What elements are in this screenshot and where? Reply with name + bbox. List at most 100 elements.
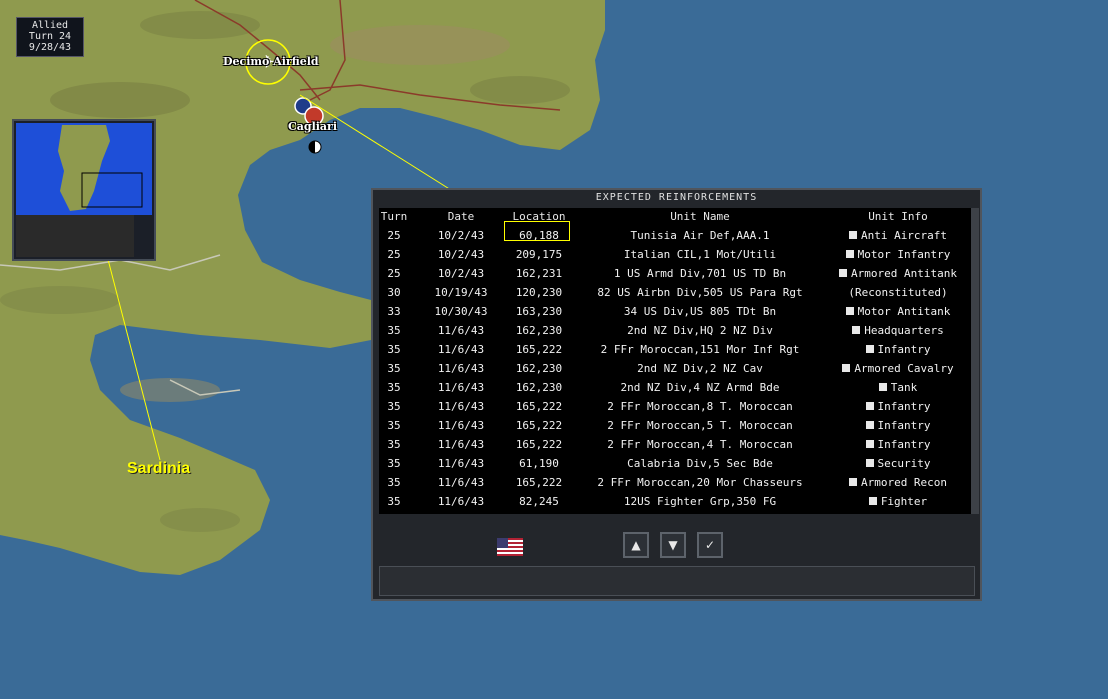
row-unit-info: Infantry <box>825 438 971 451</box>
row-unit-info-text: Armored Antitank <box>851 267 957 280</box>
table-row[interactable]: 35 11/6/43 162,230 2nd NZ Div,2 NZ Cav Armor… <box>379 362 971 381</box>
table-row[interactable]: 25 10/2/43 209,175 Italian CIL,1 Mot/Utili M… <box>379 248 971 267</box>
row-location: 165,222 <box>515 476 563 489</box>
row-unit-info: Infantry <box>825 400 971 413</box>
row-unit-info: Motor Antitank <box>825 305 971 318</box>
infantry-icon <box>865 402 874 410</box>
row-date: 10/19/43 <box>434 286 488 299</box>
row-unit-name: Tunisia Air Def,AAA.1 <box>630 229 770 242</box>
table-row[interactable]: 30 10/19/43 120,230 82 US Airbn Div,505 US … <box>379 286 971 305</box>
date-label: 9/28/43 <box>28 42 72 53</box>
headquarters-icon <box>852 326 861 334</box>
table-row[interactable]: 25 10/2/43 162,231 1 US Armd Div,701 US TD … <box>379 267 971 286</box>
row-location: 82,245 <box>519 495 559 508</box>
row-unit-info: Motor Infantry <box>825 248 971 261</box>
row-unit-name: 34 US Div,US 805 TDt Bn <box>623 305 777 318</box>
row-unit-info-text: Fighter <box>880 495 928 508</box>
row-unit-info: Armored Recon <box>825 476 971 489</box>
row-turn: 30 <box>387 286 401 299</box>
row-unit-info-text: Infantry <box>877 438 931 451</box>
row-date: 10/2/43 <box>437 229 485 242</box>
row-unit-info: (Reconstituted) <box>825 286 971 299</box>
turn-status-box: Allied Turn 24 9/28/43 <box>16 17 84 57</box>
row-unit-info-text: Security <box>877 457 931 470</box>
row-unit-info: Headquarters <box>825 324 971 337</box>
minimap[interactable] <box>12 119 156 261</box>
ok-button[interactable]: ✓ <box>697 532 723 558</box>
turn-label: Turn 24 <box>28 31 72 42</box>
fighter-icon <box>868 497 877 505</box>
row-turn: 35 <box>387 400 401 413</box>
row-unit-name: Italian CIL,1 Mot/Utili <box>623 248 777 261</box>
row-unit-info: Infantry <box>825 343 971 356</box>
reinforcements-list[interactable]: Turn Date Location Unit Name Unit Info 2… <box>379 208 971 514</box>
row-unit-info: Fighter <box>825 495 971 508</box>
status-bar <box>379 566 975 596</box>
row-date: 11/6/43 <box>437 457 485 470</box>
row-date: 11/6/43 <box>437 495 485 508</box>
row-date: 11/6/43 <box>437 400 485 413</box>
row-unit-info-text: Headquarters <box>864 324 944 337</box>
row-unit-name: 2nd NZ Div,4 NZ Armd Bde <box>620 381 780 394</box>
row-unit-info: Armored Cavalry <box>825 362 971 375</box>
row-turn: 25 <box>387 248 401 261</box>
infantry-icon <box>865 421 874 429</box>
row-turn: 35 <box>387 457 401 470</box>
row-date: 11/6/43 <box>437 419 485 432</box>
row-turn: 35 <box>387 419 401 432</box>
reinforcements-panel: EXPECTED REINFORCEMENTS Turn Date Locati… <box>371 188 982 601</box>
row-unit-info-text: Infantry <box>877 419 931 432</box>
header-unit-info: Unit Info <box>868 210 928 223</box>
table-row[interactable]: 35 11/6/43 165,222 2 FFr Moroccan,20 Mor Ch… <box>379 476 971 495</box>
row-location: 163,230 <box>515 305 563 318</box>
scroll-up-button[interactable]: ▲ <box>623 532 649 558</box>
row-unit-name: 2nd NZ Div,HQ 2 NZ Div <box>627 324 773 337</box>
table-row[interactable]: 25 10/2/43 60,188 Tunisia Air Def,AAA.1 Anti… <box>379 229 971 248</box>
row-date: 10/30/43 <box>434 305 488 318</box>
table-row[interactable]: 35 11/6/43 165,222 2 FFr Moroccan,5 T. Moro… <box>379 419 971 438</box>
table-row[interactable]: 35 11/6/43 162,230 2nd NZ Div,4 NZ Armd Bde… <box>379 381 971 400</box>
row-unit-name: 1 US Armd Div,701 US TD Bn <box>613 267 787 280</box>
row-unit-name: 2 FFr Moroccan,151 Mor Inf Rgt <box>600 343 800 356</box>
table-row[interactable]: 35 11/6/43 165,222 2 FFr Moroccan,151 Mor I… <box>379 343 971 362</box>
row-unit-info-text: Armored Recon <box>860 476 948 489</box>
table-row[interactable]: 35 11/6/43 82,245 12US Fighter Grp,350 FG Fi… <box>379 495 971 514</box>
row-unit-info: Security <box>825 457 971 470</box>
row-location: 165,222 <box>515 438 563 451</box>
list-scrollbar[interactable] <box>971 208 979 514</box>
row-location: 60,188 <box>519 229 559 242</box>
table-row[interactable]: 35 11/6/43 165,222 2 FFr Moroccan,4 T. Moro… <box>379 438 971 457</box>
row-date: 11/6/43 <box>437 476 485 489</box>
row-location: 162,231 <box>515 267 563 280</box>
row-unit-name: 82 US Airbn Div,505 US Para Rgt <box>597 286 803 299</box>
row-unit-info-text: (Reconstituted) <box>848 286 948 299</box>
row-location: 162,230 <box>515 381 563 394</box>
row-location: 209,175 <box>515 248 563 261</box>
row-unit-info-text: Motor Antitank <box>857 305 951 318</box>
panel-title: EXPECTED REINFORCEMENTS <box>595 192 758 203</box>
row-location: 162,230 <box>515 324 563 337</box>
scroll-down-button[interactable]: ▼ <box>660 532 686 558</box>
row-unit-info: Tank <box>825 381 971 394</box>
row-location: 120,230 <box>515 286 563 299</box>
us-flag-icon[interactable] <box>497 538 523 556</box>
row-unit-info: Infantry <box>825 419 971 432</box>
row-unit-info-text: Motor Infantry <box>857 248 951 261</box>
row-date: 10/2/43 <box>437 267 485 280</box>
tank-icon <box>878 383 887 391</box>
row-location: 165,222 <box>515 419 563 432</box>
table-row[interactable]: 33 10/30/43 163,230 34 US Div,US 805 TDt Bn… <box>379 305 971 324</box>
row-unit-info-text: Infantry <box>877 343 931 356</box>
row-unit-name: 2 FFr Moroccan,4 T. Moroccan <box>607 438 793 451</box>
row-date: 11/6/43 <box>437 324 485 337</box>
infantry-icon <box>865 345 874 353</box>
table-row[interactable]: 35 11/6/43 61,190 Calabria Div,5 Sec Bde Sec… <box>379 457 971 476</box>
row-turn: 25 <box>387 229 401 242</box>
header-unit-name: Unit Name <box>670 210 730 223</box>
header-location: Location <box>512 210 566 223</box>
table-row[interactable]: 35 11/6/43 162,230 2nd NZ Div,HQ 2 NZ Div He… <box>379 324 971 343</box>
table-row[interactable]: 35 11/6/43 165,222 2 FFr Moroccan,8 T. Moro… <box>379 400 971 419</box>
armored-recon-icon <box>848 478 857 486</box>
city-label: Cagliari <box>288 120 338 133</box>
row-turn: 35 <box>387 343 401 356</box>
